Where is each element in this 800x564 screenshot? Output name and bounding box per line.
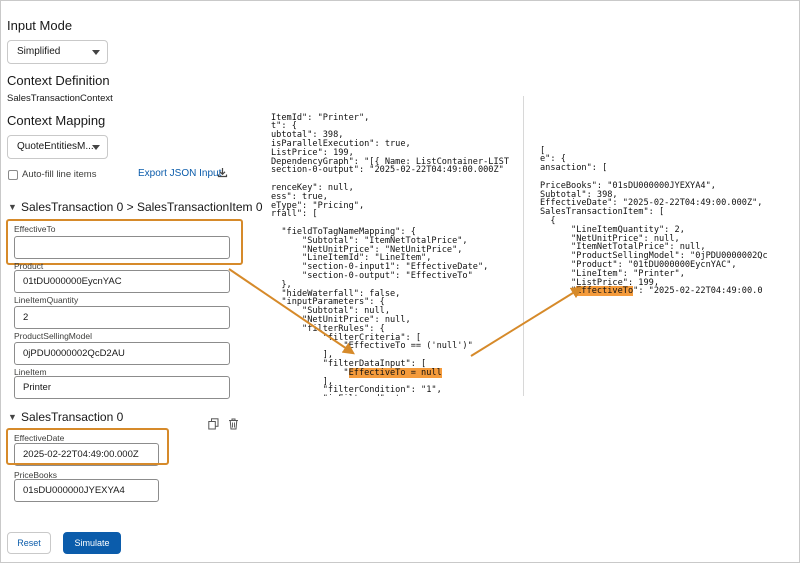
input-mode-selected: Simplified (17, 46, 61, 57)
code-line: rfall": [ (271, 209, 318, 220)
autofill-checkbox[interactable] (8, 170, 18, 180)
section-item-chevron-icon[interactable]: ▼ (8, 202, 17, 212)
code-line: section-0-output": "2025-02-22T04:49:00.… (271, 165, 504, 176)
productsellingmodel-input[interactable]: 0jPDU0000002QcD2AU (14, 342, 230, 365)
code-snippet-right: [e": {ansaction": [PriceBooks": "01sDU00… (540, 129, 791, 309)
autofill-label: Auto-fill line items (22, 169, 97, 180)
reset-button[interactable]: Reset (7, 532, 51, 554)
code-line: "EffectiveTo": "2025-02-22T04:49:00.0 (540, 286, 763, 297)
code-highlight: EffectiveTo = null (348, 367, 442, 378)
code-right-lines: [e": {ansaction": [PriceBooks": "01sDU00… (540, 145, 791, 309)
context-mapping-selected: QuoteEntitiesM... (17, 141, 94, 152)
code-middle-lines: ItemId": "Printer", t": {ubtotal": 398, is… (271, 112, 523, 396)
snippet-divider (523, 96, 524, 396)
input-mode-label: Input Mode (7, 18, 73, 33)
chevron-down-icon (92, 50, 100, 55)
annotation-box-effectiveto (6, 219, 243, 265)
code-highlight: EffectiveTo (576, 286, 634, 297)
context-definition-value: SalesTransactionContext (7, 93, 113, 104)
section-tx-chevron-icon[interactable]: ▼ (8, 412, 17, 422)
context-mapping-select[interactable]: QuoteEntitiesM... (7, 135, 108, 159)
field-label-productsellingmodel: ProductSellingModel (14, 331, 92, 341)
context-mapping-label: Context Mapping (7, 113, 106, 128)
context-definition-label: Context Definition (7, 73, 110, 88)
code-line: ansaction": [ (540, 163, 608, 174)
code-line: ItemId": "Printer", (271, 112, 370, 123)
code-snippet-middle: ItemId": "Printer", t": {ubtotal": 398, is… (271, 96, 523, 396)
pricebooks-input[interactable]: 01sDU000000JYEXYA4 (14, 479, 159, 502)
code-line: SalesTransactionItem": [ (540, 207, 665, 218)
annotation-box-effectivedate (6, 428, 169, 465)
section-item-title: SalesTransaction 0 > SalesTransactionIte… (21, 200, 263, 214)
code-line: [ (540, 145, 546, 156)
code-line: "section-0-output": "EffectiveTo" (271, 270, 473, 281)
copy-icon[interactable] (208, 418, 219, 430)
code-line: "isFiltered": true (271, 395, 523, 396)
section-tx-title: SalesTransaction 0 (21, 410, 124, 424)
simulate-button[interactable]: Simulate (63, 532, 121, 554)
input-mode-select[interactable]: Simplified (7, 40, 108, 64)
download-icon[interactable] (217, 167, 228, 178)
chevron-down-icon (92, 145, 100, 150)
export-json-link[interactable]: Export JSON Input (138, 168, 221, 179)
lineitemquantity-input[interactable]: 2 (14, 306, 230, 329)
lineitem-input[interactable]: Printer (14, 376, 230, 399)
trash-icon[interactable] (228, 418, 239, 430)
product-input[interactable]: 01tDU000000EycnYAC (14, 270, 230, 293)
field-label-lineitemquantity: LineItemQuantity (14, 295, 79, 305)
